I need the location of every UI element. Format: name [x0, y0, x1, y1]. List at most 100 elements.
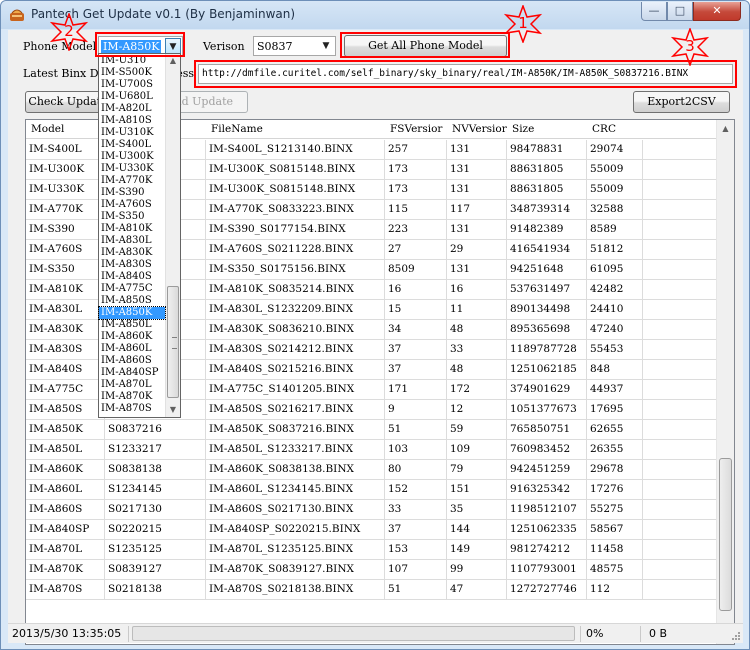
table-cell: IM-S400L_S1213140.BINX — [206, 140, 385, 160]
dropdown-item[interactable]: IM-S400L — [99, 139, 165, 151]
table-cell: 11458 — [587, 540, 643, 560]
dropdown-item[interactable]: IM-A830K — [99, 247, 165, 259]
column-header[interactable] — [643, 120, 716, 139]
table-cell: 981274212 — [507, 540, 587, 560]
column-header[interactable]: FileName — [206, 120, 385, 139]
dropdown-item[interactable]: IM-U300K — [99, 151, 165, 163]
column-header[interactable]: Size — [507, 120, 587, 139]
table-row[interactable]: IM-A840SP S0220215 IM-A840SP_S0220215.BINX… — [26, 520, 716, 540]
table-cell: IM-A860L_S1234145.BINX — [206, 480, 385, 500]
column-header[interactable]: CRC — [587, 120, 643, 139]
pantech-app-icon — [10, 9, 24, 21]
dropdown-item[interactable]: IM-A860K — [99, 331, 165, 343]
dropdown-item[interactable]: IM-A850L — [99, 319, 165, 331]
table-cell: 47240 — [587, 320, 643, 340]
table-cell: 131 — [447, 260, 507, 280]
table-cell: 62655 — [587, 420, 643, 440]
export-csv-button[interactable]: Export2CSV — [633, 91, 730, 113]
scrollbar-thumb[interactable] — [719, 458, 732, 611]
dropdown-scrollbar[interactable]: ▲ ▼ — [165, 54, 180, 417]
table-cell: IM-A760S — [26, 240, 105, 260]
chevron-down-icon[interactable]: ▼ — [318, 38, 334, 54]
dropdown-item[interactable]: IM-A810S — [99, 115, 165, 127]
dropdown-item[interactable]: IM-A810K — [99, 223, 165, 235]
dropdown-item[interactable]: IM-A860L — [99, 343, 165, 355]
dropdown-item[interactable]: IM-A770K — [99, 175, 165, 187]
table-cell: 16 — [385, 280, 447, 300]
table-cell: 48 — [447, 360, 507, 380]
dropdown-item[interactable]: IM-A850S — [99, 295, 165, 307]
title-bar[interactable]: Pantech Get Update v0.1 (By Benjaminwan)… — [1, 1, 749, 29]
table-cell: IM-A830S_S0214212.BINX — [206, 340, 385, 360]
dropdown-item[interactable]: IM-A830S — [99, 259, 165, 271]
table-cell: IM-S390_S0177154.BINX — [206, 220, 385, 240]
table-cell: IM-A860K — [26, 460, 105, 480]
minimize-button[interactable]: — — [641, 2, 667, 21]
table-cell: 8509 — [385, 260, 447, 280]
table-row[interactable]: IM-A870L S1235125 IM-A870L_S1235125.BINX 15… — [26, 540, 716, 560]
table-cell: IM-A775C — [26, 380, 105, 400]
dropdown-item[interactable]: IM-S350 — [99, 211, 165, 223]
column-header[interactable]: NVVersior — [447, 120, 507, 139]
table-cell: 131 — [447, 140, 507, 160]
dropdown-item[interactable]: IM-A820L — [99, 103, 165, 115]
dropdown-item[interactable]: IM-A870S — [99, 403, 165, 415]
table-row[interactable]: IM-A860K S0838138 IM-A860K_S0838138.BINX 80… — [26, 460, 716, 480]
table-cell: 42482 — [587, 280, 643, 300]
table-cell: 51812 — [587, 240, 643, 260]
version-combo[interactable]: S0837 ▼ — [253, 36, 336, 56]
table-cell: IM-S390 — [26, 220, 105, 240]
dropdown-item[interactable]: IM-A775C — [99, 283, 165, 295]
client-area: Phone Model IM-A850K ▼ Verison S0837 ▼ G… — [8, 30, 743, 645]
table-cell — [643, 460, 716, 480]
table-cell — [643, 420, 716, 440]
annotation-label-1: 1 — [518, 14, 528, 32]
annotation-box-3 — [194, 60, 737, 88]
dropdown-item[interactable]: IM-A850K — [98, 306, 166, 320]
table-cell: S0217130 — [105, 500, 206, 520]
dropdown-item[interactable]: IM-A870K — [99, 391, 165, 403]
table-cell: IM-A840SP_S0220215.BINX — [206, 520, 385, 540]
table-cell: 51 — [385, 420, 447, 440]
resize-grip-icon[interactable] — [730, 630, 741, 641]
table-row[interactable]: IM-A870S S0218138 IM-A870S_S0218138.BINX 51… — [26, 580, 716, 600]
dropdown-item[interactable]: IM-A860S — [99, 355, 165, 367]
table-cell: 848 — [587, 360, 643, 380]
scroll-down-arrow-icon[interactable]: ▼ — [166, 403, 180, 417]
dropdown-item[interactable]: IM-A840SP — [99, 367, 165, 379]
column-header[interactable]: FSVersior — [385, 120, 447, 139]
maximize-button[interactable]: □ — [667, 2, 693, 21]
dropdown-item[interactable]: IM-U330K — [99, 163, 165, 175]
table-vertical-scrollbar[interactable]: ▲ ▼ — [716, 120, 734, 644]
dropdown-scrollbar-thumb[interactable] — [167, 286, 179, 398]
table-cell: 416541934 — [507, 240, 587, 260]
table-cell: 17695 — [587, 400, 643, 420]
dropdown-item[interactable]: IM-A840S — [99, 271, 165, 283]
table-cell: S1235125 — [105, 540, 206, 560]
dropdown-item[interactable]: IM-U680L — [99, 91, 165, 103]
table-cell: IM-A860L — [26, 480, 105, 500]
dropdown-item[interactable]: IM-U700S — [99, 79, 165, 91]
table-cell: 55009 — [587, 160, 643, 180]
table-row[interactable]: IM-A850L S1233217 IM-A850L_S1233217.BINX 10… — [26, 440, 716, 460]
column-header[interactable]: Model — [26, 120, 105, 139]
dropdown-item[interactable]: IM-A760S — [99, 199, 165, 211]
scroll-up-arrow-icon[interactable]: ▲ — [717, 120, 734, 137]
dropdown-item[interactable]: IM-A870L — [99, 379, 165, 391]
close-button[interactable]: ✕ — [693, 2, 741, 21]
table-cell: 44937 — [587, 380, 643, 400]
table-row[interactable]: IM-A860S S0217130 IM-A860S_S0217130.BINX 33… — [26, 500, 716, 520]
table-row[interactable]: IM-A860L S1234145 IM-A860L_S1234145.BINX 15… — [26, 480, 716, 500]
phone-model-dropdown-list[interactable]: ▲ ▼ IM-U310 IM-S500K IM-U700S IM-U680L IM-A8… — [98, 53, 181, 418]
table-cell: 24410 — [587, 300, 643, 320]
table-cell: IM-A830K — [26, 320, 105, 340]
dropdown-item[interactable]: IM-S390 — [99, 187, 165, 199]
dropdown-item[interactable]: IM-U310K — [99, 127, 165, 139]
table-row[interactable]: IM-A870K S0839127 IM-A870K_S0839127.BINX 10… — [26, 560, 716, 580]
table-cell: 58567 — [587, 520, 643, 540]
dropdown-item[interactable]: IM-S500K — [99, 67, 165, 79]
table-cell: IM-A870L_S1235125.BINX — [206, 540, 385, 560]
table-row[interactable]: IM-A850K S0837216 IM-A850K_S0837216.BINX 51… — [26, 420, 716, 440]
dropdown-item[interactable]: IM-A830L — [99, 235, 165, 247]
table-cell: 55453 — [587, 340, 643, 360]
